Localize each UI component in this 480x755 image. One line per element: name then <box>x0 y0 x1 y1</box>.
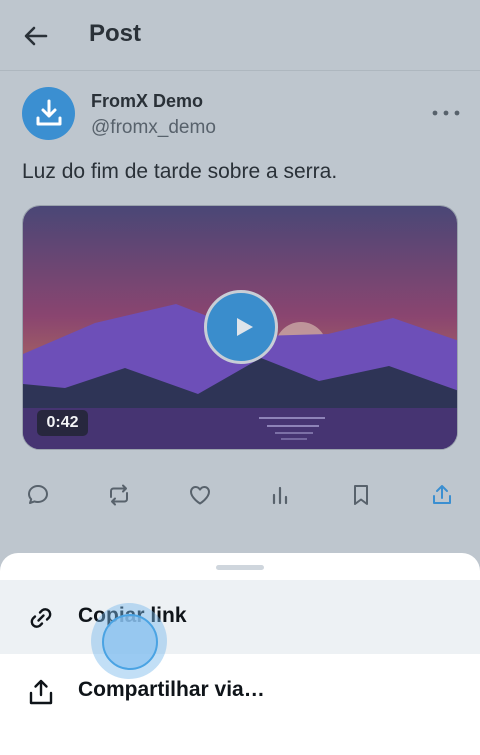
views-button[interactable] <box>263 478 297 512</box>
comment-icon <box>28 485 48 504</box>
bar-chart-icon <box>272 486 288 505</box>
video-duration: 0:42 <box>37 410 88 436</box>
like-button[interactable] <box>183 478 217 512</box>
more-icon <box>432 110 460 116</box>
heart-icon <box>190 486 210 505</box>
repost-button[interactable] <box>102 478 136 512</box>
share-icon <box>433 485 451 504</box>
reply-button[interactable] <box>21 478 55 512</box>
share-icon <box>26 677 56 707</box>
back-button[interactable] <box>20 20 52 52</box>
bookmark-icon <box>354 485 368 505</box>
post-text: Luz do fim de tarde sobre a serra. <box>22 160 338 183</box>
play-icon <box>237 318 253 336</box>
post-actions <box>0 478 480 512</box>
share-bottom-sheet: Copiar link Compartilhar via… <box>0 553 480 755</box>
page-title: Post <box>89 20 142 47</box>
share-via-option[interactable]: Compartilhar via… <box>0 654 480 728</box>
author-handle[interactable]: @fromx_demo <box>91 117 216 139</box>
link-icon <box>26 603 56 633</box>
more-options-button[interactable] <box>430 103 462 123</box>
author-name[interactable]: FromX Demo <box>91 91 203 112</box>
share-via-label: Compartilhar via… <box>78 678 265 701</box>
download-icon <box>36 99 62 126</box>
avatar[interactable] <box>22 87 75 140</box>
repost-icon <box>110 484 128 506</box>
top-app-bar: Post <box>0 0 480 71</box>
share-button[interactable] <box>425 478 459 512</box>
bookmark-button[interactable] <box>344 478 378 512</box>
play-button[interactable] <box>204 290 278 364</box>
sheet-drag-handle[interactable] <box>216 565 264 570</box>
arrow-left-icon <box>24 26 48 46</box>
copy-link-option[interactable]: Copiar link <box>0 580 480 679</box>
video-player[interactable]: 0:42 <box>22 205 458 450</box>
